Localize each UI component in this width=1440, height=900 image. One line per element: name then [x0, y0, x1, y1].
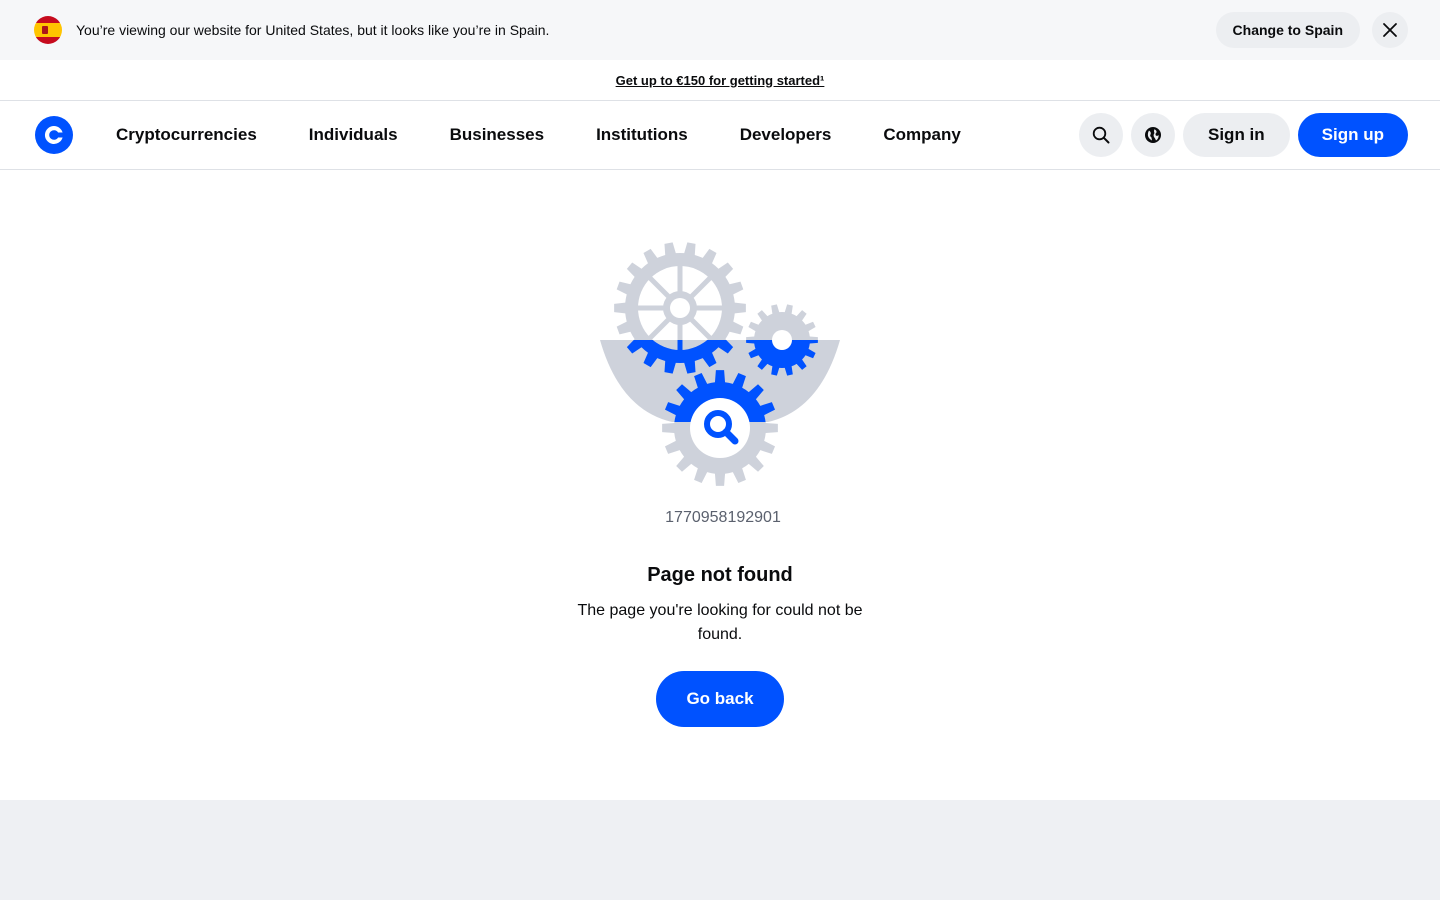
region-banner: You’re viewing our website for United St…: [0, 0, 1440, 60]
nav-item-businesses[interactable]: Businesses: [450, 125, 545, 145]
page-title: Page not found: [647, 564, 793, 586]
close-icon: [1383, 23, 1397, 37]
change-region-button[interactable]: Change to Spain: [1215, 12, 1360, 48]
search-icon: [1092, 126, 1110, 144]
main-navigation: Cryptocurrencies Individuals Businesses …: [0, 101, 1440, 170]
promo-bar: Get up to €150 for getting started¹: [0, 60, 1440, 101]
nav-item-company[interactable]: Company: [883, 125, 960, 145]
nav-item-individuals[interactable]: Individuals: [309, 125, 398, 145]
error-code: 1770958192901: [665, 509, 781, 526]
nav-item-institutions[interactable]: Institutions: [596, 125, 688, 145]
globe-icon: [1145, 127, 1161, 143]
nav-item-cryptocurrencies[interactable]: Cryptocurrencies: [116, 125, 257, 145]
search-button[interactable]: [1079, 113, 1123, 157]
sign-up-button[interactable]: Sign up: [1297, 113, 1408, 157]
coinbase-logo-icon[interactable]: [35, 116, 73, 154]
footer: [0, 800, 1440, 900]
nav-menu: Cryptocurrencies Individuals Businesses …: [116, 125, 1013, 145]
spain-flag-icon: [34, 16, 62, 44]
go-back-button[interactable]: Go back: [656, 671, 784, 727]
page-description: The page you're looking for could not be…: [577, 602, 863, 643]
nav-item-developers[interactable]: Developers: [740, 125, 832, 145]
region-banner-message: You’re viewing our website for United St…: [76, 22, 550, 38]
close-banner-button[interactable]: [1372, 12, 1408, 48]
language-button[interactable]: [1131, 113, 1175, 157]
gears-magnifier-illustration: [600, 242, 840, 486]
sign-in-button[interactable]: Sign in: [1183, 113, 1290, 157]
promo-link[interactable]: Get up to €150 for getting started¹: [616, 73, 825, 88]
